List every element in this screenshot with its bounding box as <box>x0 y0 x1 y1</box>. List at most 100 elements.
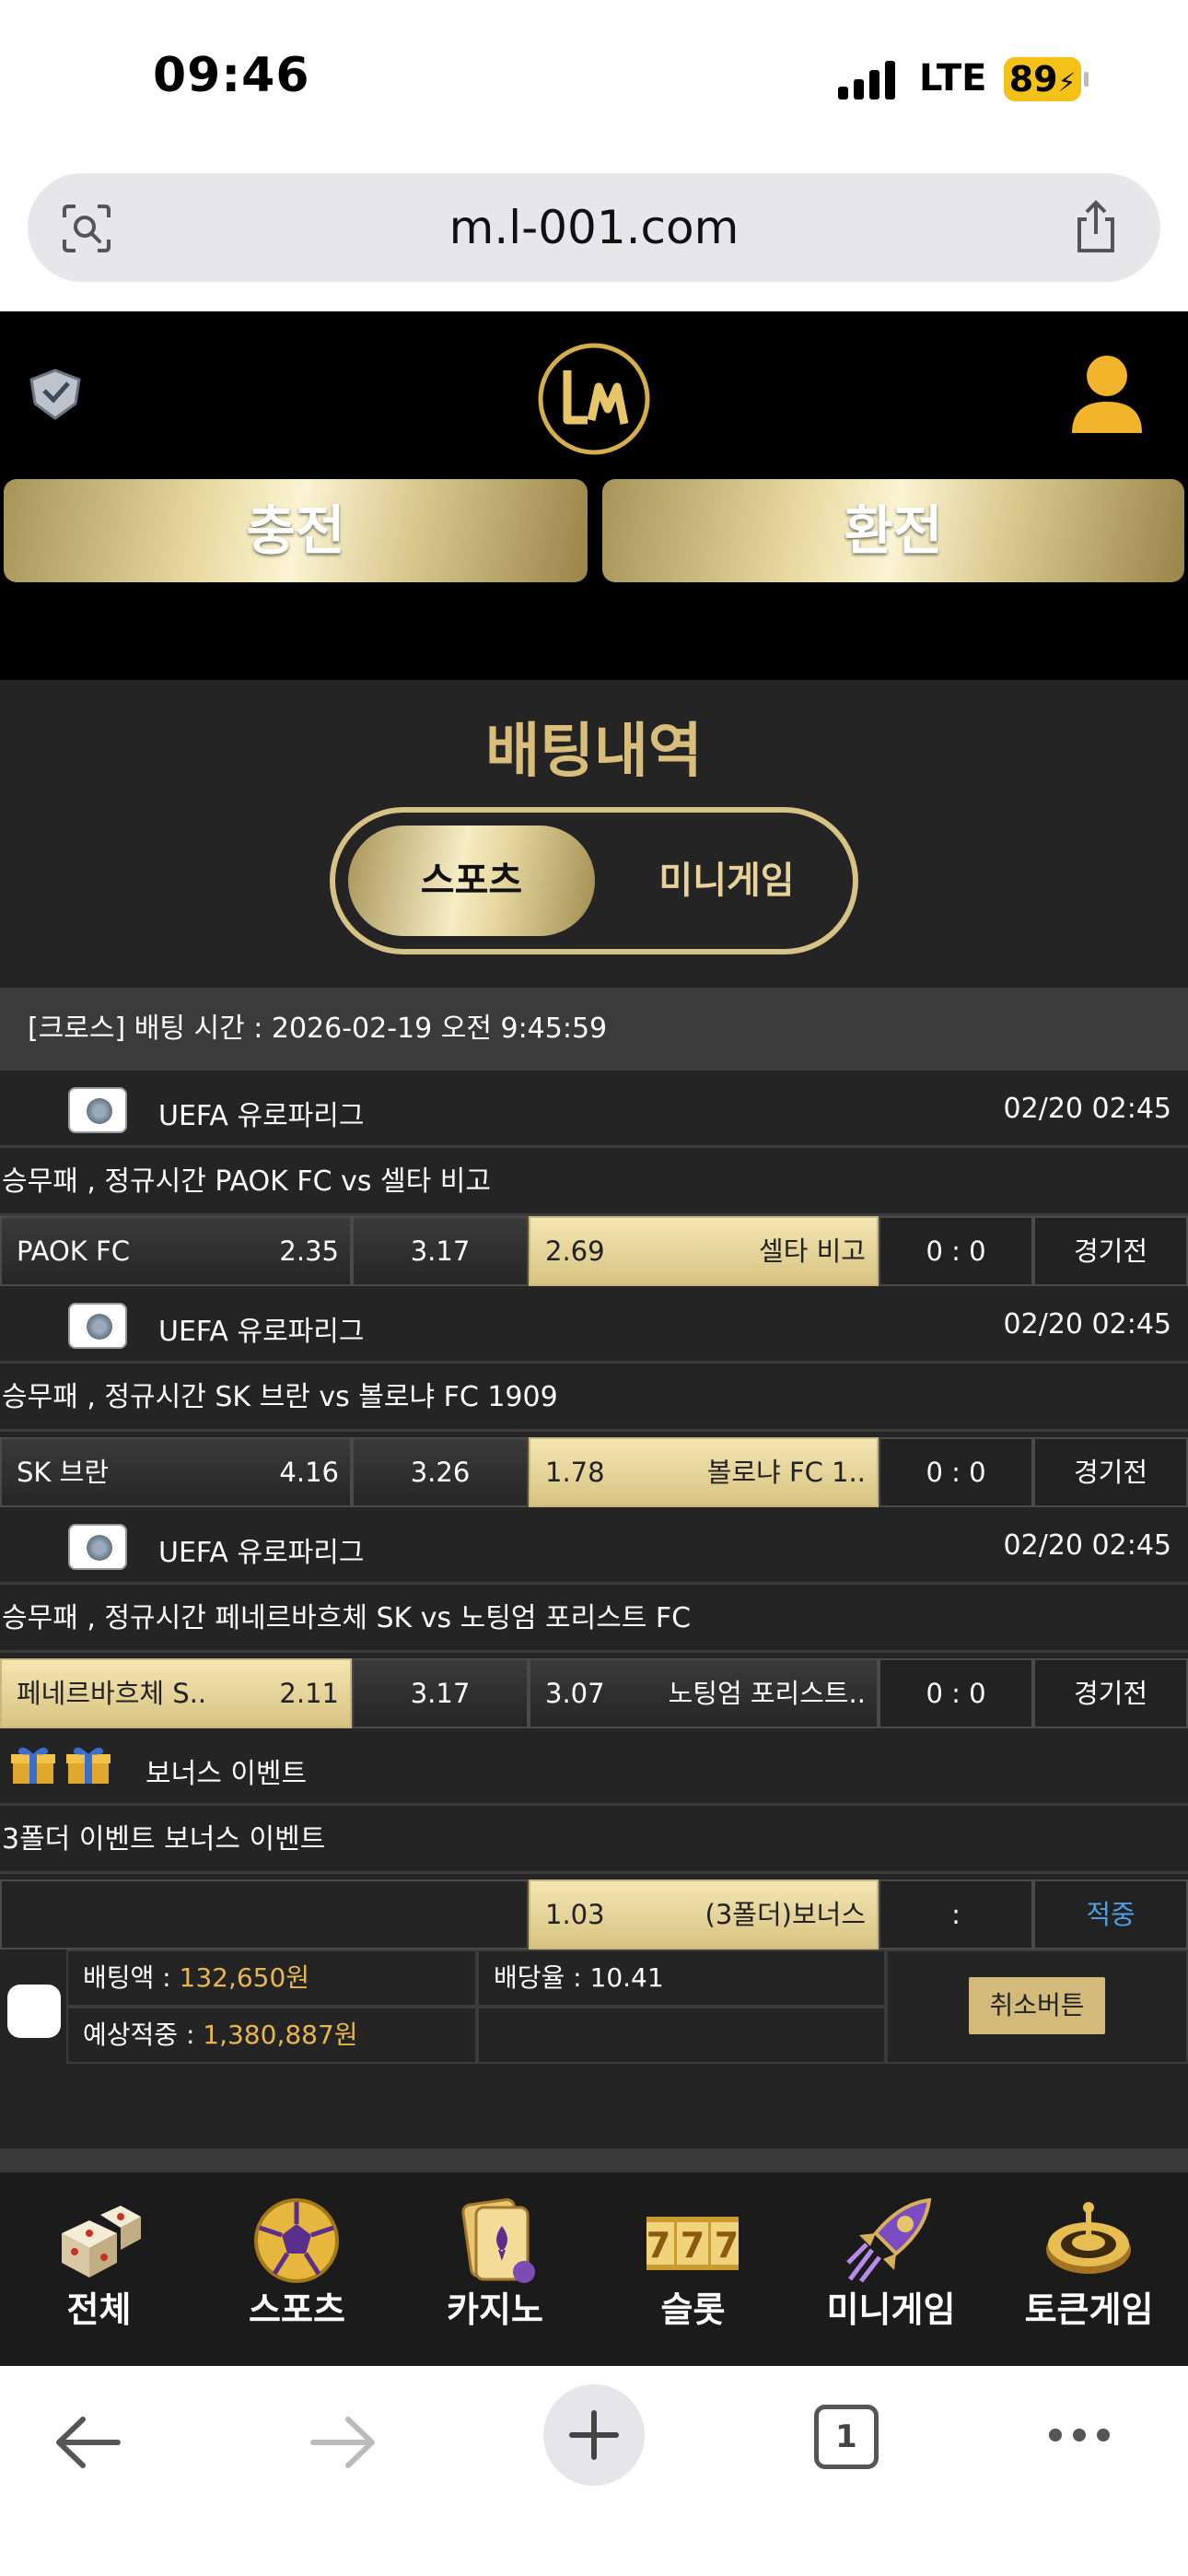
network-label: LTE <box>919 57 987 100</box>
browser-toolbar: 1 <box>0 2366 1188 2576</box>
bonus-odds-row: 1.03 (3폴더)보너스 : 적중 <box>0 1879 1188 1950</box>
url-text[interactable]: m.l-001.com <box>28 201 1160 254</box>
odds-rate: 배당율 : 10.41 <box>477 1950 886 2007</box>
url-bar[interactable]: m.l-001.com <box>28 173 1160 282</box>
plus-icon <box>569 2410 619 2460</box>
home-odds: 2.35 <box>279 1235 339 1267</box>
battery-level: 89 <box>1008 59 1058 100</box>
category-tabs: 스포츠 미니게임 <box>330 807 858 954</box>
home-team: 페네르바흐체 S.. <box>17 1678 207 1709</box>
nav-minigame[interactable]: 미니게임 <box>792 2172 990 2370</box>
gift-icon <box>11 1747 55 1784</box>
match-title: 승무패 , 정규시간 SK 브란 vs 볼로냐 FC 1909 <box>0 1364 1188 1432</box>
bonus-odds: 1.03 <box>545 1899 605 1930</box>
home-team: PAOK FC <box>17 1235 130 1267</box>
nav-all[interactable]: 전체 <box>0 2172 198 2370</box>
more-icon[interactable] <box>1046 2425 1112 2445</box>
draw-odds: 3.26 <box>352 1437 529 1507</box>
betting-history-panel: 배팅내역 스포츠 미니게임 [크로스] 배팅 시간 : 2026-02-19 오… <box>0 680 1188 2169</box>
home-odds-cell: SK 브란 4.16 <box>0 1437 352 1507</box>
nav-label: 토큰게임 <box>1024 2289 1154 2330</box>
bonus-status: 적중 <box>1033 1879 1188 1950</box>
page-title: 배팅내역 <box>485 718 703 786</box>
league-row: UEFA 유로파리그 02/20 02:45 <box>0 1507 1188 1585</box>
league-name: UEFA 유로파리그 <box>158 1316 365 1348</box>
bet-amount-label: 배팅액 : <box>83 1962 180 1993</box>
match-status: 경기전 <box>1033 1437 1188 1507</box>
away-odds: 1.78 <box>545 1457 605 1488</box>
new-tab-button[interactable] <box>543 2384 645 2486</box>
nav-sports[interactable]: 스포츠 <box>198 2172 396 2370</box>
league-row: UEFA 유로파리그 02/20 02:45 <box>0 1071 1188 1148</box>
select-checkbox[interactable] <box>7 1985 61 2038</box>
bet-amount-cell: 배팅액 : 132,650원 <box>66 1950 477 2007</box>
match-title: 승무패 , 정규시간 페네르바흐체 SK vs 노팅엄 포리스트 FC <box>0 1585 1188 1653</box>
odds-row: PAOK FC 2.35 3.17 2.69 셀타 비고 0 : 0 경기전 <box>0 1216 1188 1286</box>
away-team: 볼로냐 FC 1.. <box>706 1457 866 1488</box>
bet-amount: 132,650원 <box>179 1962 310 1993</box>
draw-odds: 3.17 <box>352 1216 529 1286</box>
empty-cell <box>0 1879 529 1950</box>
bonus-title: 3폴더 이벤트 보너스 이벤트 <box>0 1806 1188 1874</box>
signal-icon <box>838 59 897 100</box>
shield-badge-icon[interactable] <box>26 367 85 422</box>
bottom-nav: 전체 스포츠 카지노 7 7 7 슬롯 미니게임 토큰게임 <box>0 2169 1188 2366</box>
league-logo-icon <box>68 1303 127 1349</box>
away-odds-cell: 2.69 셀타 비고 <box>529 1216 879 1286</box>
status-time: 09:46 <box>153 48 310 103</box>
home-odds: 4.16 <box>279 1457 339 1488</box>
dice-icon <box>62 2206 141 2277</box>
bonus-event-row: 보너스 이벤트 <box>0 1728 1188 1806</box>
site-logo[interactable] <box>534 339 654 459</box>
match-date: 02/20 02:45 <box>1003 1308 1171 1341</box>
nav-label: 미니게임 <box>826 2289 956 2330</box>
share-icon[interactable] <box>1068 197 1124 256</box>
slot-777-icon: 7 7 7 <box>646 2217 739 2270</box>
nav-casino[interactable]: 카지노 <box>396 2172 594 2370</box>
forward-arrow-icon[interactable] <box>306 2412 379 2473</box>
rocket-icon <box>846 2197 932 2283</box>
divider <box>0 2149 1188 2169</box>
nav-label: 카지노 <box>447 2289 543 2330</box>
cards-icon <box>461 2198 535 2283</box>
nav-label: 스포츠 <box>249 2289 345 2330</box>
tabs-button[interactable]: 1 <box>814 2405 879 2469</box>
battery-icon: 89⚡ <box>1004 57 1089 101</box>
user-icon[interactable] <box>1068 350 1146 439</box>
bet-summary: 배팅액 : 132,650원 배당율 : 10.41 예상적중 : 1,380,… <box>0 1950 1188 2078</box>
svg-text:7: 7 <box>681 2225 705 2266</box>
nav-label: 슬롯 <box>660 2289 726 2330</box>
withdraw-button[interactable]: 환전 <box>602 479 1184 582</box>
nav-label: 전체 <box>66 2289 132 2330</box>
bonus-event-label: 보너스 이벤트 <box>146 1758 308 1790</box>
league-name: UEFA 유로파리그 <box>158 1100 365 1132</box>
away-team: 노팅엄 포리스트.. <box>668 1678 866 1709</box>
home-odds: 2.11 <box>279 1678 339 1709</box>
bonus-score: : <box>879 1879 1033 1950</box>
status-bar: 09:46 LTE 89⚡ <box>0 0 1188 157</box>
home-team: SK 브란 <box>17 1457 110 1488</box>
nav-slot[interactable]: 7 7 7 슬롯 <box>594 2172 792 2370</box>
match-date: 02/20 02:45 <box>1003 1529 1171 1562</box>
match-date: 02/20 02:45 <box>1003 1093 1171 1125</box>
away-odds: 3.07 <box>545 1678 605 1709</box>
cancel-button[interactable]: 취소버튼 <box>969 1977 1105 2034</box>
expected-win-cell: 예상적중 : 1,380,887원 <box>66 2007 477 2064</box>
tab-count: 1 <box>835 2418 857 2455</box>
home-odds-cell: PAOK FC 2.35 <box>0 1216 352 1286</box>
away-odds-cell: 1.78 볼로냐 FC 1.. <box>529 1437 879 1507</box>
odds-row: 페네르바흐체 S.. 2.11 3.17 3.07 노팅엄 포리스트.. 0 : 0… <box>0 1658 1188 1728</box>
tab-minigame[interactable]: 미니게임 <box>611 825 842 936</box>
svg-text:7: 7 <box>646 2225 670 2266</box>
home-odds-cell: 페네르바흐체 S.. 2.11 <box>0 1658 352 1728</box>
back-arrow-icon[interactable] <box>52 2412 125 2473</box>
league-name: UEFA 유로파리그 <box>158 1537 365 1569</box>
tab-sports[interactable]: 스포츠 <box>348 825 595 936</box>
deposit-button[interactable]: 충전 <box>4 479 588 582</box>
nav-token-game[interactable]: 토큰게임 <box>990 2172 1188 2370</box>
draw-odds: 3.17 <box>352 1658 529 1728</box>
away-odds-cell: 3.07 노팅엄 포리스트.. <box>529 1658 879 1728</box>
expected-win-label: 예상적중 : <box>83 2020 204 2050</box>
league-logo-icon <box>68 1524 127 1570</box>
svg-text:7: 7 <box>715 2225 739 2266</box>
